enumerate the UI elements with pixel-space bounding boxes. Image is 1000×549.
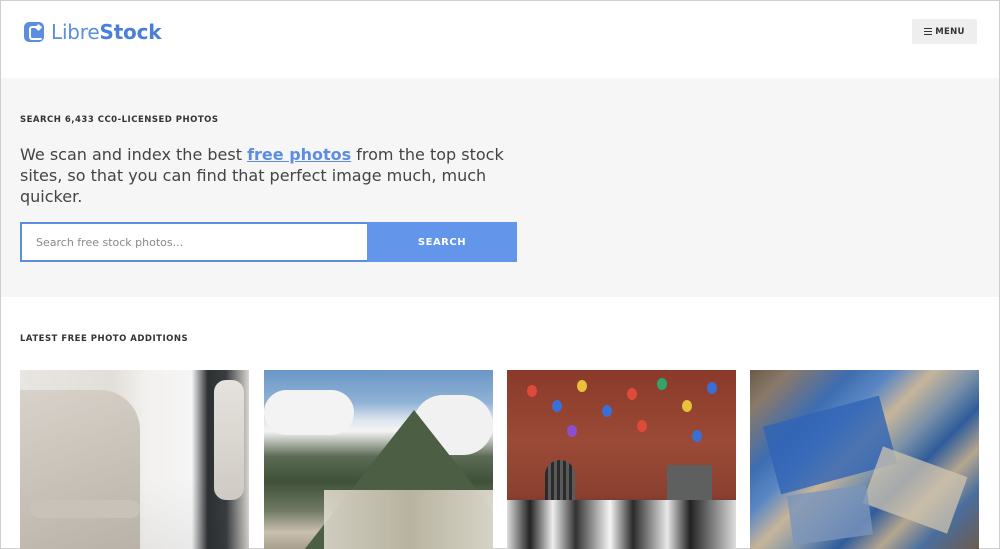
hero-section: SEARCH 6,433 CC0-LICENSED PHOTOS We scan…	[1, 78, 999, 297]
photo-count-label: SEARCH 6,433 CC0-LICENSED PHOTOS	[20, 115, 219, 125]
search-button[interactable]: SEARCH	[367, 222, 517, 262]
free-photos-link[interactable]: free photos	[247, 145, 351, 164]
menu-label: MENU	[935, 26, 965, 37]
tagline: We scan and index the best free photos f…	[20, 145, 504, 206]
latest-photos-heading: LATEST FREE PHOTO ADDITIONS	[20, 334, 189, 344]
librestock-logo-icon	[24, 22, 44, 42]
search-form: SEARCH	[20, 222, 517, 262]
menu-button[interactable]: MENU	[912, 19, 977, 44]
photo-thumbnail[interactable]	[750, 370, 979, 549]
logo-text: LibreStock	[51, 20, 162, 44]
hamburger-icon	[924, 26, 933, 37]
photo-thumbnail[interactable]	[20, 370, 249, 549]
site-header: LibreStock MENU	[1, 1, 999, 78]
photo-thumbnail[interactable]	[507, 370, 736, 549]
photo-thumbnail[interactable]	[264, 370, 493, 549]
search-input[interactable]	[20, 222, 367, 262]
logo[interactable]: LibreStock	[24, 20, 162, 44]
